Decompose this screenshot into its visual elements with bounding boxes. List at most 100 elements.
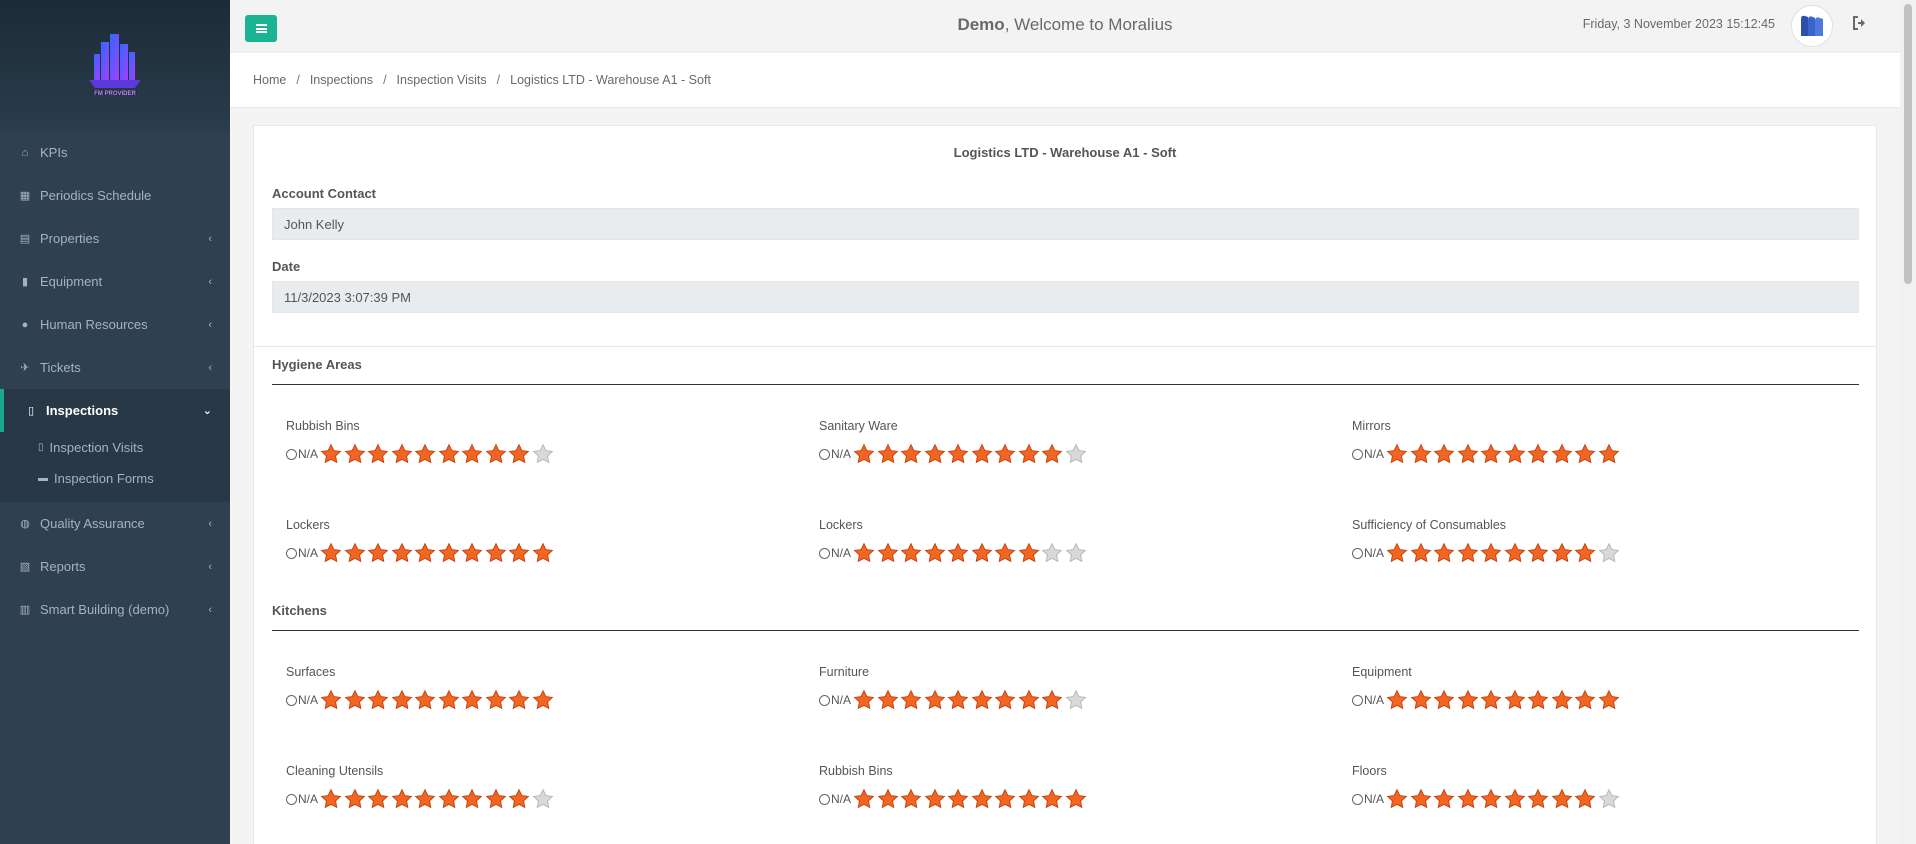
star-filled-icon[interactable] bbox=[971, 542, 995, 564]
star-filled-icon[interactable] bbox=[1410, 542, 1434, 564]
na-radio[interactable] bbox=[286, 547, 297, 559]
sidebar-item-quality-assurance[interactable]: ◍ Quality Assurance ‹ bbox=[0, 502, 230, 545]
star-filled-icon[interactable] bbox=[994, 542, 1018, 564]
star-filled-icon[interactable] bbox=[367, 788, 391, 810]
star-filled-icon[interactable] bbox=[414, 689, 438, 711]
star-filled-icon[interactable] bbox=[1504, 542, 1528, 564]
star-filled-icon[interactable] bbox=[1527, 542, 1551, 564]
star-filled-icon[interactable] bbox=[1574, 542, 1598, 564]
star-filled-icon[interactable] bbox=[1480, 542, 1504, 564]
star-filled-icon[interactable] bbox=[1504, 788, 1528, 810]
star-filled-icon[interactable] bbox=[1527, 788, 1551, 810]
sidebar-item-inspections[interactable]: ▯ Inspections ⌄ bbox=[0, 389, 230, 432]
star-filled-icon[interactable] bbox=[485, 542, 509, 564]
star-filled-icon[interactable] bbox=[1457, 689, 1481, 711]
star-filled-icon[interactable] bbox=[971, 443, 995, 465]
star-filled-icon[interactable] bbox=[532, 689, 556, 711]
star-filled-icon[interactable] bbox=[1018, 689, 1042, 711]
star-empty-icon[interactable] bbox=[1065, 689, 1089, 711]
sidebar-item-equipment[interactable]: ▮ Equipment ‹ bbox=[0, 260, 230, 303]
breadcrumb-inspections[interactable]: Inspections bbox=[310, 73, 373, 87]
star-filled-icon[interactable] bbox=[924, 788, 948, 810]
star-filled-icon[interactable] bbox=[532, 542, 556, 564]
star-filled-icon[interactable] bbox=[1551, 542, 1575, 564]
star-filled-icon[interactable] bbox=[1433, 443, 1457, 465]
star-filled-icon[interactable] bbox=[508, 788, 532, 810]
company-logo[interactable]: FM PROVIDER bbox=[79, 30, 151, 102]
star-filled-icon[interactable] bbox=[971, 788, 995, 810]
star-filled-icon[interactable] bbox=[1433, 788, 1457, 810]
star-empty-icon[interactable] bbox=[1041, 542, 1065, 564]
sidebar-item-kpis[interactable]: ⌂ KPIs bbox=[0, 131, 230, 174]
star-filled-icon[interactable] bbox=[391, 443, 415, 465]
star-filled-icon[interactable] bbox=[900, 689, 924, 711]
star-filled-icon[interactable] bbox=[1457, 443, 1481, 465]
star-filled-icon[interactable] bbox=[320, 689, 344, 711]
star-filled-icon[interactable] bbox=[1551, 689, 1575, 711]
star-filled-icon[interactable] bbox=[508, 689, 532, 711]
star-filled-icon[interactable] bbox=[1410, 443, 1434, 465]
star-filled-icon[interactable] bbox=[1386, 689, 1410, 711]
star-filled-icon[interactable] bbox=[438, 689, 462, 711]
star-filled-icon[interactable] bbox=[1574, 788, 1598, 810]
logout-button[interactable] bbox=[1852, 15, 1870, 33]
star-filled-icon[interactable] bbox=[414, 788, 438, 810]
star-filled-icon[interactable] bbox=[438, 788, 462, 810]
star-empty-icon[interactable] bbox=[1065, 443, 1089, 465]
na-radio[interactable] bbox=[1352, 448, 1363, 460]
star-filled-icon[interactable] bbox=[994, 443, 1018, 465]
star-filled-icon[interactable] bbox=[1410, 689, 1434, 711]
star-filled-icon[interactable] bbox=[485, 689, 509, 711]
star-filled-icon[interactable] bbox=[1480, 788, 1504, 810]
star-filled-icon[interactable] bbox=[461, 788, 485, 810]
star-filled-icon[interactable] bbox=[900, 788, 924, 810]
star-filled-icon[interactable] bbox=[947, 443, 971, 465]
sidebar-item-periodics-schedule[interactable]: ▦ Periodics Schedule bbox=[0, 174, 230, 217]
star-filled-icon[interactable] bbox=[344, 542, 368, 564]
star-filled-icon[interactable] bbox=[1041, 689, 1065, 711]
star-filled-icon[interactable] bbox=[1018, 788, 1042, 810]
na-radio[interactable] bbox=[1352, 694, 1363, 706]
star-filled-icon[interactable] bbox=[900, 542, 924, 564]
star-filled-icon[interactable] bbox=[924, 542, 948, 564]
star-filled-icon[interactable] bbox=[320, 542, 344, 564]
star-filled-icon[interactable] bbox=[1041, 443, 1065, 465]
user-avatar[interactable] bbox=[1791, 5, 1833, 47]
star-filled-icon[interactable] bbox=[1480, 689, 1504, 711]
na-radio[interactable] bbox=[819, 547, 830, 559]
star-filled-icon[interactable] bbox=[877, 443, 901, 465]
star-filled-icon[interactable] bbox=[947, 788, 971, 810]
star-filled-icon[interactable] bbox=[1457, 542, 1481, 564]
star-filled-icon[interactable] bbox=[367, 542, 391, 564]
sidebar-item-human-resources[interactable]: ● Human Resources ‹ bbox=[0, 303, 230, 346]
star-filled-icon[interactable] bbox=[344, 443, 368, 465]
star-filled-icon[interactable] bbox=[344, 689, 368, 711]
na-radio[interactable] bbox=[1352, 547, 1363, 559]
star-filled-icon[interactable] bbox=[1433, 689, 1457, 711]
star-filled-icon[interactable] bbox=[461, 689, 485, 711]
star-filled-icon[interactable] bbox=[877, 689, 901, 711]
star-filled-icon[interactable] bbox=[1598, 689, 1622, 711]
star-filled-icon[interactable] bbox=[414, 443, 438, 465]
star-filled-icon[interactable] bbox=[853, 689, 877, 711]
na-radio[interactable] bbox=[286, 694, 297, 706]
na-radio[interactable] bbox=[1352, 793, 1363, 805]
star-filled-icon[interactable] bbox=[1574, 689, 1598, 711]
star-filled-icon[interactable] bbox=[438, 443, 462, 465]
star-filled-icon[interactable] bbox=[900, 443, 924, 465]
star-empty-icon[interactable] bbox=[532, 788, 556, 810]
page-scrollbar[interactable] bbox=[1900, 0, 1916, 844]
star-filled-icon[interactable] bbox=[994, 689, 1018, 711]
star-filled-icon[interactable] bbox=[877, 788, 901, 810]
star-filled-icon[interactable] bbox=[924, 689, 948, 711]
star-filled-icon[interactable] bbox=[1386, 443, 1410, 465]
sidebar-item-smart-building-demo[interactable]: ▥ Smart Building (demo) ‹ bbox=[0, 588, 230, 631]
star-filled-icon[interactable] bbox=[1504, 443, 1528, 465]
star-filled-icon[interactable] bbox=[438, 542, 462, 564]
star-filled-icon[interactable] bbox=[1480, 443, 1504, 465]
star-filled-icon[interactable] bbox=[1457, 788, 1481, 810]
star-filled-icon[interactable] bbox=[994, 788, 1018, 810]
star-filled-icon[interactable] bbox=[1433, 542, 1457, 564]
star-empty-icon[interactable] bbox=[532, 443, 556, 465]
star-filled-icon[interactable] bbox=[971, 689, 995, 711]
